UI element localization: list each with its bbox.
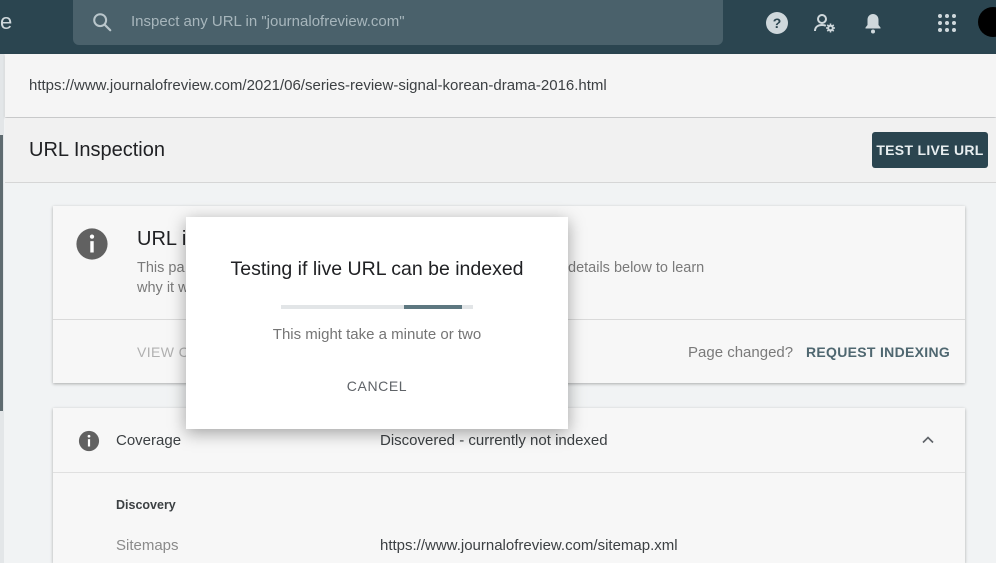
cancel-button[interactable]: CANCEL [329,373,425,399]
progress-bar-fill [404,305,462,309]
dialog-title: Testing if live URL can be indexed [230,258,524,280]
live-test-dialog: Testing if live URL can be indexed This … [186,217,568,429]
progress-bar [281,305,473,309]
dialog-message: This might take a minute or two [272,326,482,343]
